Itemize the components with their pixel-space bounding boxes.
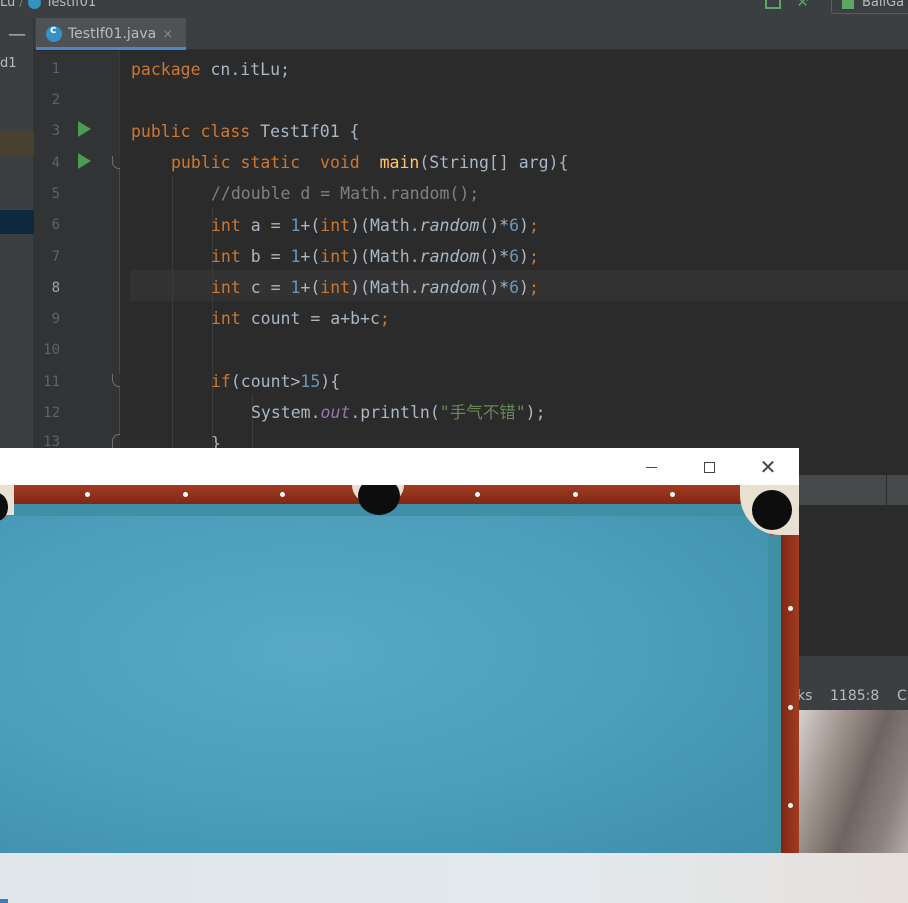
line-number: 9 xyxy=(51,311,60,327)
line-number-current: 8 xyxy=(51,280,60,296)
maximize-button[interactable] xyxy=(686,454,732,480)
editor-tab-bar: TestIf01.java × xyxy=(34,18,908,50)
rail-diamond xyxy=(280,492,285,497)
code-line-9: int count = a+b+c; xyxy=(211,309,390,328)
taskbar-indicator xyxy=(0,899,8,903)
line-number: 13 xyxy=(43,434,60,448)
close-button[interactable]: ✕ xyxy=(745,454,791,480)
run-configuration-dropdown[interactable]: BallGa xyxy=(831,0,908,14)
java-class-icon xyxy=(46,23,62,42)
rail-diamond xyxy=(788,705,793,710)
code-line-4: public static void main(String[] arg){ xyxy=(171,153,569,172)
line-number: 4 xyxy=(51,155,60,171)
table-rail-right xyxy=(779,485,799,853)
rail-diamond xyxy=(183,492,188,497)
project-panel: — d1 xyxy=(0,18,34,450)
project-item-label[interactable]: d1 xyxy=(0,56,17,71)
run-main-icon[interactable] xyxy=(78,153,91,169)
ide-background-panel xyxy=(799,448,908,858)
build-hammer-icon[interactable]: ⚒ xyxy=(796,0,814,10)
rail-diamond xyxy=(788,803,793,808)
project-item-selected[interactable] xyxy=(0,210,34,234)
code-line-5: //double d = Math.random(); xyxy=(211,184,480,203)
class-icon xyxy=(27,0,41,9)
tab-testif01-java[interactable]: TestIf01.java × xyxy=(36,18,186,50)
line-number: 12 xyxy=(43,405,60,421)
close-icon: ✕ xyxy=(759,455,777,479)
status-fragment: C xyxy=(897,688,907,704)
code-line-13: } xyxy=(211,434,221,448)
cushion-right xyxy=(768,535,781,853)
window-titlebar[interactable]: ✕ xyxy=(0,448,799,485)
line-number: 6 xyxy=(51,217,60,233)
line-number: 2 xyxy=(51,92,60,108)
run-class-icon[interactable] xyxy=(78,121,91,137)
line-number: 11 xyxy=(43,374,60,390)
billiard-table[interactable] xyxy=(0,485,799,853)
code-line-11: if(count>15){ xyxy=(211,372,341,391)
collapse-icon[interactable]: — xyxy=(8,26,26,44)
line-number: 3 xyxy=(51,123,60,139)
ide-navbar: Lu / TestIf01 ⚒ BallGa xyxy=(0,0,908,18)
breadcrumb-file[interactable]: TestIf01 xyxy=(46,0,97,10)
desktop-wallpaper xyxy=(799,710,908,858)
configuration-icon xyxy=(842,0,854,9)
code-line-3: public class TestIf01 { xyxy=(131,122,360,141)
run-config-label: BallGa xyxy=(862,0,905,10)
minimize-button[interactable] xyxy=(628,454,674,480)
line-number: 5 xyxy=(51,186,60,202)
rail-diamond xyxy=(85,492,90,497)
code-line-6: int a = 1+(int)(Math.random()*6); xyxy=(211,216,539,235)
table-felt[interactable] xyxy=(0,515,770,853)
project-item-highlight[interactable] xyxy=(0,131,34,155)
billiards-game-window[interactable]: ✕ xyxy=(0,448,799,853)
tab-label: TestIf01.java xyxy=(68,26,157,42)
indent-guide xyxy=(172,176,173,448)
status-fragment: ks xyxy=(797,688,813,704)
breadcrumb-package[interactable]: Lu xyxy=(0,0,15,10)
rail-diamond xyxy=(670,492,675,497)
cursor-position[interactable]: 1185:8 xyxy=(830,688,879,704)
rail-diamond xyxy=(788,606,793,611)
tab-close-icon[interactable]: × xyxy=(162,27,173,42)
minimize-icon xyxy=(645,467,657,468)
rail-diamond xyxy=(573,492,578,497)
tool-window-header xyxy=(799,475,908,505)
rail-diamond xyxy=(475,492,480,497)
code-line-1: package cn.itLu; xyxy=(131,60,290,79)
line-number: 10 xyxy=(43,342,60,358)
desktop-area xyxy=(0,853,908,903)
code-line-12: System.out.println("手气不错"); xyxy=(251,403,546,422)
code-editor[interactable]: package cn.itLu; public class TestIf01 {… xyxy=(120,51,908,448)
code-line-7: int b = 1+(int)(Math.random()*6); xyxy=(211,247,539,266)
code-line-8: int c = 1+(int)(Math.random()*6); xyxy=(211,278,539,297)
maximize-icon xyxy=(703,462,715,473)
breadcrumb: Lu / TestIf01 xyxy=(0,0,96,10)
line-number: 7 xyxy=(51,249,60,265)
run-icon[interactable] xyxy=(765,0,781,9)
line-number: 1 xyxy=(51,61,60,77)
pocket-top-right xyxy=(752,490,792,530)
